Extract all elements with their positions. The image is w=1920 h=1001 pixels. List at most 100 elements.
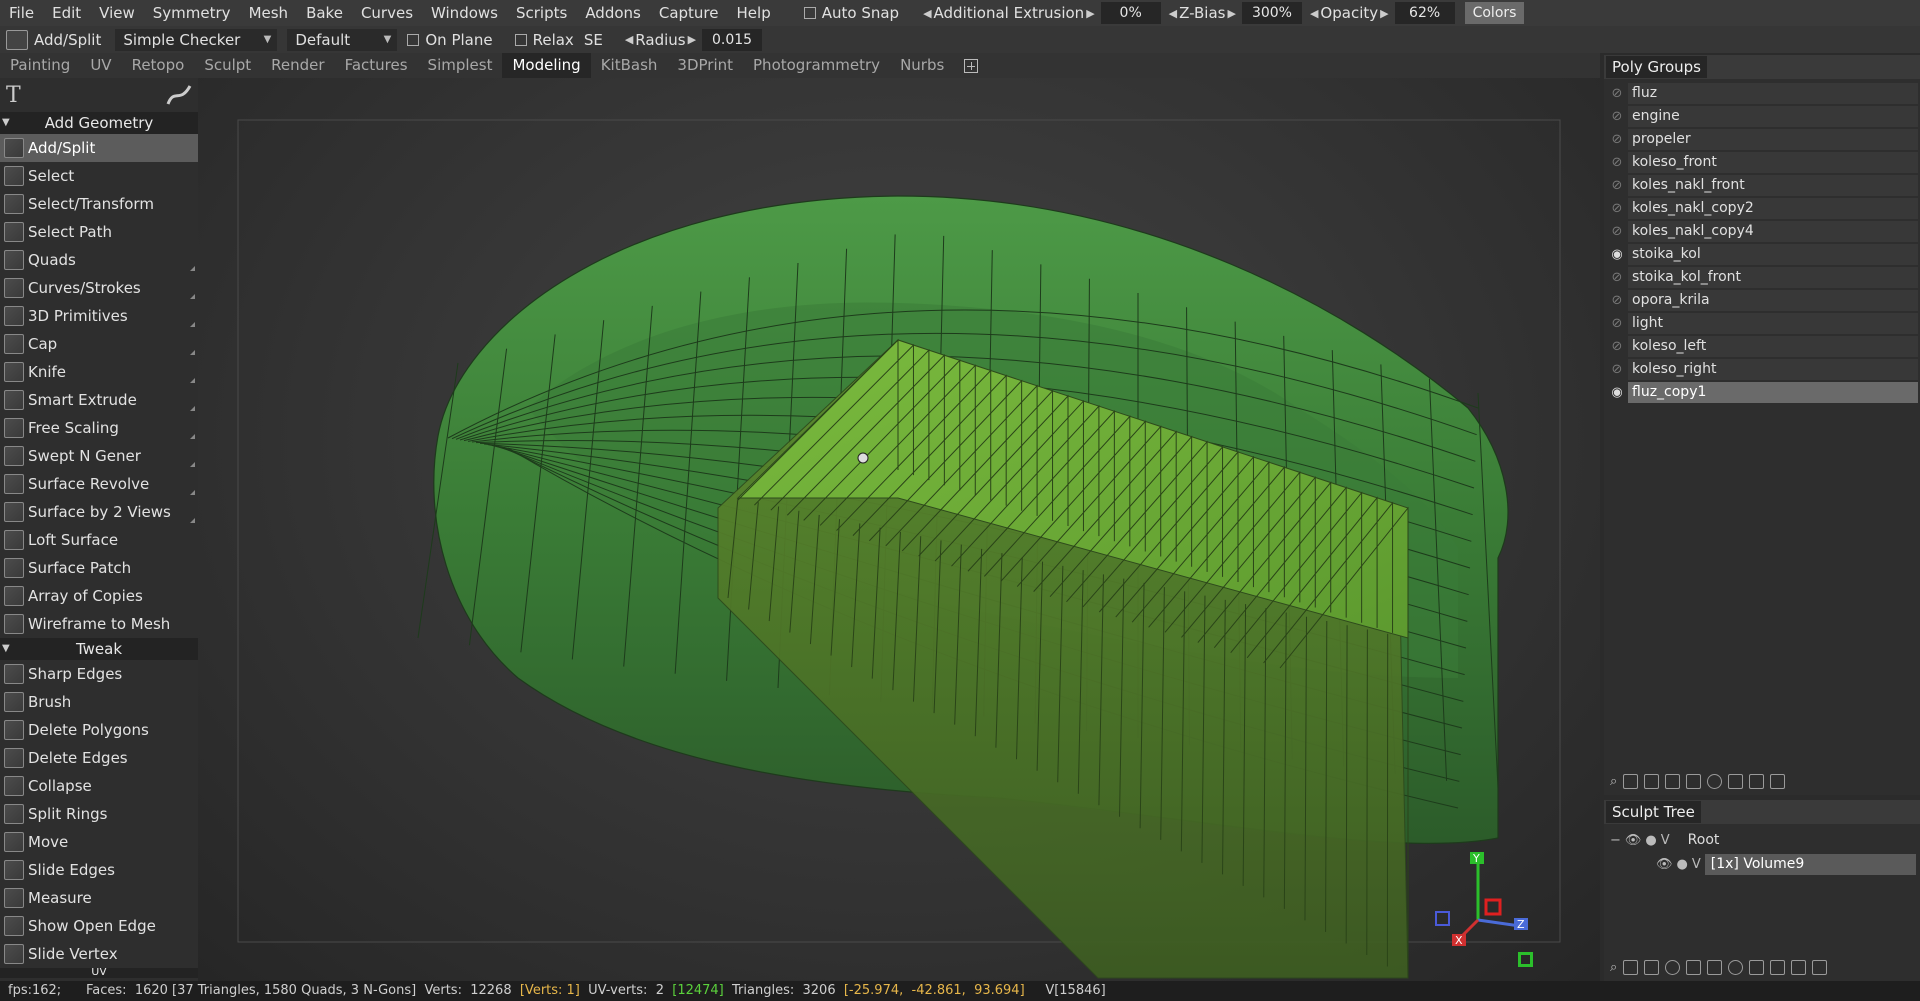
- radius-control[interactable]: ◀ Radius ▶ 0.015: [623, 28, 766, 51]
- on-plane-toggle[interactable]: On Plane: [407, 31, 493, 49]
- voxel-mode-label[interactable]: V: [1692, 857, 1701, 872]
- add-geometry-header[interactable]: ▼ Add Geometry: [0, 112, 198, 134]
- poly-group-row[interactable]: ⊘ opora_krila: [1606, 289, 1918, 312]
- eye-hidden-icon[interactable]: ⊘: [1606, 316, 1628, 331]
- sphere-icon[interactable]: [1665, 960, 1681, 975]
- tool-smart-extrude[interactable]: Smart Extrude: [0, 386, 198, 414]
- tab-simplest[interactable]: Simplest: [418, 53, 503, 78]
- tool-surface-by-2-views[interactable]: Surface by 2 Views: [0, 498, 198, 526]
- more-options-icon[interactable]: [190, 294, 195, 299]
- tab-nurbs[interactable]: Nurbs: [890, 53, 954, 78]
- arrow-right-icon[interactable]: ▶: [1225, 7, 1237, 20]
- tool-brush[interactable]: Brush: [0, 688, 198, 716]
- tool-delete-edges[interactable]: Delete Edges: [0, 744, 198, 772]
- tab-kitbash[interactable]: KitBash: [591, 53, 668, 78]
- poly-group-name[interactable]: opora_krila: [1628, 290, 1918, 311]
- tool-quads[interactable]: Quads: [0, 246, 198, 274]
- menu-view[interactable]: View: [90, 0, 144, 26]
- tab-render[interactable]: Render: [261, 53, 334, 78]
- tool-collapse[interactable]: Collapse: [0, 772, 198, 800]
- poly-group-row[interactable]: ⊘ koles_nakl_copy4: [1606, 220, 1918, 243]
- poly-group-row[interactable]: ◉ fluz_copy1: [1606, 381, 1918, 404]
- tab-retopo[interactable]: Retopo: [122, 53, 195, 78]
- poly-group-row[interactable]: ◉ stoika_kol: [1606, 243, 1918, 266]
- eye-hidden-icon[interactable]: ⊘: [1606, 224, 1628, 239]
- opacity-value[interactable]: 62%: [1394, 2, 1455, 24]
- uv-header[interactable]: UV: [0, 968, 198, 978]
- duplicate-volume-icon[interactable]: [1644, 960, 1660, 975]
- tree-row-volume[interactable]: 👁 ● V [1x] Volume9: [1604, 852, 1920, 876]
- tool-knife[interactable]: Knife: [0, 358, 198, 386]
- add-group-icon[interactable]: [1623, 774, 1639, 789]
- eye-icon[interactable]: 👁: [1625, 833, 1642, 848]
- volume-name[interactable]: [1x] Volume9: [1704, 853, 1916, 875]
- merge-icon[interactable]: [1707, 960, 1723, 975]
- tab-uv[interactable]: UV: [80, 53, 121, 78]
- poly-group-row[interactable]: ⊘ koleso_right: [1606, 358, 1918, 381]
- tool-curves-strokes[interactable]: Curves/Strokes: [0, 274, 198, 302]
- search-icon[interactable]: ⌕: [1610, 960, 1617, 975]
- poly-group-name[interactable]: koleso_right: [1628, 359, 1918, 380]
- additional-extrusion-control[interactable]: ◀ Additional Extrusion ▶ 0%: [921, 2, 1165, 24]
- poly-group-row[interactable]: ⊘ koles_nakl_front: [1606, 174, 1918, 197]
- more-options-icon[interactable]: [190, 434, 195, 439]
- menu-windows[interactable]: Windows: [422, 0, 507, 26]
- menu-symmetry[interactable]: Symmetry: [144, 0, 240, 26]
- eye-hidden-icon[interactable]: ⊘: [1606, 132, 1628, 147]
- on-plane-checkbox[interactable]: [407, 33, 420, 46]
- tool-swept-n-gener[interactable]: Swept N Gener: [0, 442, 198, 470]
- more-options-icon[interactable]: [190, 490, 195, 495]
- tool-move[interactable]: Move: [0, 828, 198, 856]
- export-icon[interactable]: [1770, 960, 1786, 975]
- tool-loft-surface[interactable]: Loft Surface: [0, 526, 198, 554]
- arrow-left-icon[interactable]: ◀: [921, 7, 933, 20]
- add-volume-icon[interactable]: [1623, 960, 1639, 975]
- tool-cap[interactable]: Cap: [0, 330, 198, 358]
- auto-snap-checkbox[interactable]: [803, 7, 816, 19]
- tool-select-transform[interactable]: Select/Transform: [0, 190, 198, 218]
- poly-group-row[interactable]: ⊘ propeler: [1606, 128, 1918, 151]
- tool-select-path[interactable]: Select Path: [0, 218, 198, 246]
- export-icon[interactable]: [1749, 774, 1765, 789]
- collapse-minus-icon[interactable]: −: [1610, 833, 1621, 848]
- more-options-icon[interactable]: [190, 266, 195, 271]
- eye-hidden-icon[interactable]: ⊘: [1606, 201, 1628, 216]
- tree-row-root[interactable]: − 👁 ● V Root: [1604, 828, 1920, 852]
- menu-scripts[interactable]: Scripts: [507, 0, 576, 26]
- tweak-header[interactable]: ▼ Tweak: [0, 638, 198, 660]
- texture-icon[interactable]: [1728, 774, 1744, 789]
- voxel-mode-label[interactable]: V: [1661, 833, 1670, 848]
- mode-dropdown[interactable]: Simple Checker ▼: [115, 28, 278, 51]
- poly-group-name[interactable]: stoika_kol_front: [1628, 267, 1918, 288]
- arrow-left-icon[interactable]: ◀: [1167, 7, 1179, 20]
- poly-group-row[interactable]: ⊘ koleso_front: [1606, 151, 1918, 174]
- menu-edit[interactable]: Edit: [43, 0, 90, 26]
- tool-slide-vertex[interactable]: Slide Vertex: [0, 940, 198, 968]
- poly-group-name[interactable]: propeler: [1628, 129, 1918, 150]
- zbias-control[interactable]: ◀ Z-Bias ▶ 300%: [1167, 2, 1306, 24]
- poly-group-name[interactable]: koles_nakl_front: [1628, 175, 1918, 196]
- tool-surface-revolve[interactable]: Surface Revolve: [0, 470, 198, 498]
- auto-snap-toggle[interactable]: Auto Snap: [803, 4, 899, 22]
- eye-icon[interactable]: ◉: [1606, 247, 1628, 262]
- poly-group-name[interactable]: koles_nakl_copy4: [1628, 221, 1918, 242]
- menu-bake[interactable]: Bake: [297, 0, 352, 26]
- poly-group-row[interactable]: ⊘ engine: [1606, 105, 1918, 128]
- tool-delete-polygons[interactable]: Delete Polygons: [0, 716, 198, 744]
- zbias-value[interactable]: 300%: [1241, 2, 1302, 24]
- opacity-control[interactable]: ◀ Opacity ▶ 62%: [1308, 2, 1459, 24]
- eye-hidden-icon[interactable]: ⊘: [1606, 339, 1628, 354]
- arrow-right-icon[interactable]: ▶: [1378, 7, 1390, 20]
- tool-surface-patch[interactable]: Surface Patch: [0, 554, 198, 582]
- 3d-viewport[interactable]: ✕: [198, 78, 1600, 981]
- poly-groups-tab[interactable]: Poly Groups: [1606, 56, 1707, 78]
- arrow-left-icon[interactable]: ◀: [623, 33, 635, 46]
- poly-group-row[interactable]: ⊘ fluz: [1606, 82, 1918, 105]
- symmetry-icon[interactable]: [1728, 960, 1744, 975]
- blue-axis-box[interactable]: [1435, 911, 1450, 926]
- axis-gizmo[interactable]: Y Z X: [1430, 850, 1540, 960]
- menu-file[interactable]: File: [0, 0, 43, 26]
- more-options-icon[interactable]: [190, 518, 195, 523]
- tool-add-split[interactable]: Add/Split: [0, 134, 198, 162]
- tool-select[interactable]: Select: [0, 162, 198, 190]
